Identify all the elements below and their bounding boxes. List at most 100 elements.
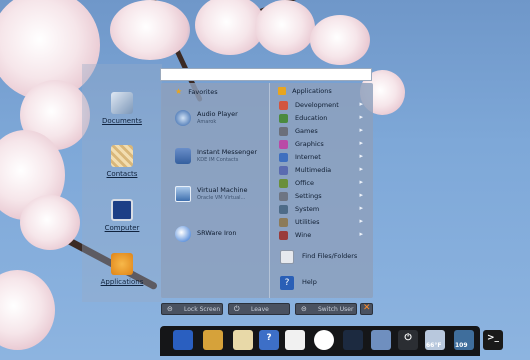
blossom-decoration	[255, 0, 315, 55]
app-category-label: Office	[295, 179, 314, 187]
app-category-utilities[interactable]: Utilities ▸	[279, 217, 369, 229]
launcher-applications-label: Applications	[100, 278, 144, 286]
favorite-title: Virtual Machine	[197, 186, 248, 194]
blossom-decoration	[110, 0, 190, 60]
find-files-icon	[280, 250, 294, 264]
applications-grid-icon	[111, 253, 133, 275]
leave-button[interactable]: ⏻ Leave	[228, 303, 290, 315]
taskbar-glyph: ?	[266, 333, 272, 343]
chevron-right-icon: ▸	[359, 100, 363, 108]
app-category-label: Multimedia	[295, 166, 332, 174]
development-icon	[279, 101, 288, 110]
lock-screen-label: Lock Screen	[184, 306, 221, 313]
applications-folder-icon	[278, 87, 286, 95]
dashboard-icon[interactable]	[343, 330, 363, 350]
app-category-system[interactable]: System ▸	[279, 204, 369, 216]
taskbar-glyph: ⏻	[404, 333, 412, 343]
favorite-instant-messenger[interactable]: Instant Messenger KDE IM Contacts	[173, 145, 269, 171]
graphics-icon	[279, 140, 288, 149]
column-divider	[269, 83, 270, 298]
app-category-label: Education	[295, 114, 328, 122]
app-category-label: Internet	[295, 153, 321, 161]
favorite-srware-iron[interactable]: SRWare Iron	[173, 223, 269, 249]
favorites-header-label: Favorites	[188, 88, 218, 96]
chevron-right-icon: ▸	[359, 165, 363, 173]
app-category-label: Wine	[295, 231, 312, 239]
close-x-icon: ✕	[363, 303, 371, 313]
documents-chart-icon	[111, 92, 133, 114]
launcher-applications[interactable]: Applications	[82, 253, 162, 286]
favorite-subtitle: Oracle VM Virtual...	[197, 195, 246, 201]
app-category-label: Development	[295, 101, 339, 109]
contacts-stamp-icon	[111, 145, 133, 167]
chevron-right-icon: ▸	[359, 113, 363, 121]
favorite-subtitle: Amarok	[197, 119, 217, 125]
help-center-icon[interactable]: ?	[259, 330, 279, 350]
app-category-games[interactable]: Games ▸	[279, 126, 369, 138]
games-icon	[279, 127, 288, 136]
system-icon	[279, 205, 288, 214]
srware-iron-icon	[175, 226, 191, 242]
favorite-title: Instant Messenger	[197, 148, 257, 156]
find-files-button[interactable]: Find Files/Folders	[278, 248, 370, 266]
blossom-decoration	[0, 270, 55, 350]
screen-capture-icon[interactable]	[371, 330, 391, 350]
app-category-multimedia[interactable]: Multimedia ▸	[279, 165, 369, 177]
applications-header: Applications	[278, 87, 332, 95]
help-icon: ?	[280, 276, 294, 290]
help-button[interactable]: ? Help	[278, 274, 370, 292]
menu-panel: ★ Favorites Applications Audio Player Am…	[161, 83, 373, 298]
star-icon: ★	[175, 87, 183, 96]
monitor-icon	[111, 199, 133, 221]
wine-icon	[279, 231, 288, 240]
taskbar-badge: 109	[455, 342, 468, 349]
chevron-right-icon: ▸	[359, 217, 363, 225]
education-icon	[279, 114, 288, 123]
lock-icon: ⊝	[167, 305, 173, 313]
favorite-title: Audio Player	[197, 110, 238, 118]
messenger-icon	[175, 148, 191, 164]
battery-icon[interactable]: 109	[454, 330, 474, 350]
terminal-icon[interactable]: >_	[483, 330, 503, 350]
browser-sphere-icon[interactable]	[314, 330, 334, 350]
chevron-right-icon: ▸	[359, 126, 363, 134]
audio-player-icon	[175, 110, 191, 126]
app-category-internet[interactable]: Internet ▸	[279, 152, 369, 164]
office-icon	[279, 179, 288, 188]
app-category-label: Utilities	[295, 218, 320, 226]
weather-icon[interactable]: 66°F	[425, 330, 445, 350]
app-category-label: Games	[295, 127, 318, 135]
virtual-machine-icon	[175, 186, 191, 202]
app-category-office[interactable]: Office ▸	[279, 178, 369, 190]
taskbar-badge: 66°F	[426, 342, 442, 349]
paint-palette-icon[interactable]	[203, 330, 223, 350]
search-input[interactable]	[160, 68, 372, 81]
utilities-icon	[279, 218, 288, 227]
chevron-right-icon: ▸	[359, 178, 363, 186]
app-category-education[interactable]: Education ▸	[279, 113, 369, 125]
applications-header-label: Applications	[292, 87, 332, 95]
app-category-development[interactable]: Development ▸	[279, 100, 369, 112]
app-category-label: Settings	[295, 192, 322, 200]
launcher-documents[interactable]: Documents	[82, 92, 162, 125]
shutdown-icon[interactable]: ⏻	[398, 330, 418, 350]
app-category-graphics[interactable]: Graphics ▸	[279, 139, 369, 151]
app-category-settings[interactable]: Settings ▸	[279, 191, 369, 203]
launcher-computer[interactable]: Computer	[82, 199, 162, 232]
chevron-right-icon: ▸	[359, 204, 363, 212]
launcher-contacts[interactable]: Contacts	[82, 145, 162, 178]
power-icon: ⏻	[234, 305, 240, 313]
close-menu-button[interactable]: ✕	[360, 303, 373, 315]
app-category-wine[interactable]: Wine ▸	[279, 230, 369, 242]
lock-screen-button[interactable]: ⊝ Lock Screen	[161, 303, 223, 315]
internet-icon	[279, 153, 288, 162]
app-category-label: Graphics	[295, 140, 324, 148]
favorite-audio-player[interactable]: Audio Player Amarok	[173, 107, 269, 133]
mail-icon[interactable]	[285, 330, 305, 350]
document-writer-icon[interactable]	[233, 330, 253, 350]
chevron-right-icon: ▸	[359, 139, 363, 147]
launcher-documents-label: Documents	[102, 117, 142, 125]
favorite-virtual-machine[interactable]: Virtual Machine Oracle VM Virtual...	[173, 183, 269, 209]
switch-user-button[interactable]: ⊝ Switch User	[295, 303, 357, 315]
kde-menu-icon[interactable]	[173, 330, 193, 350]
